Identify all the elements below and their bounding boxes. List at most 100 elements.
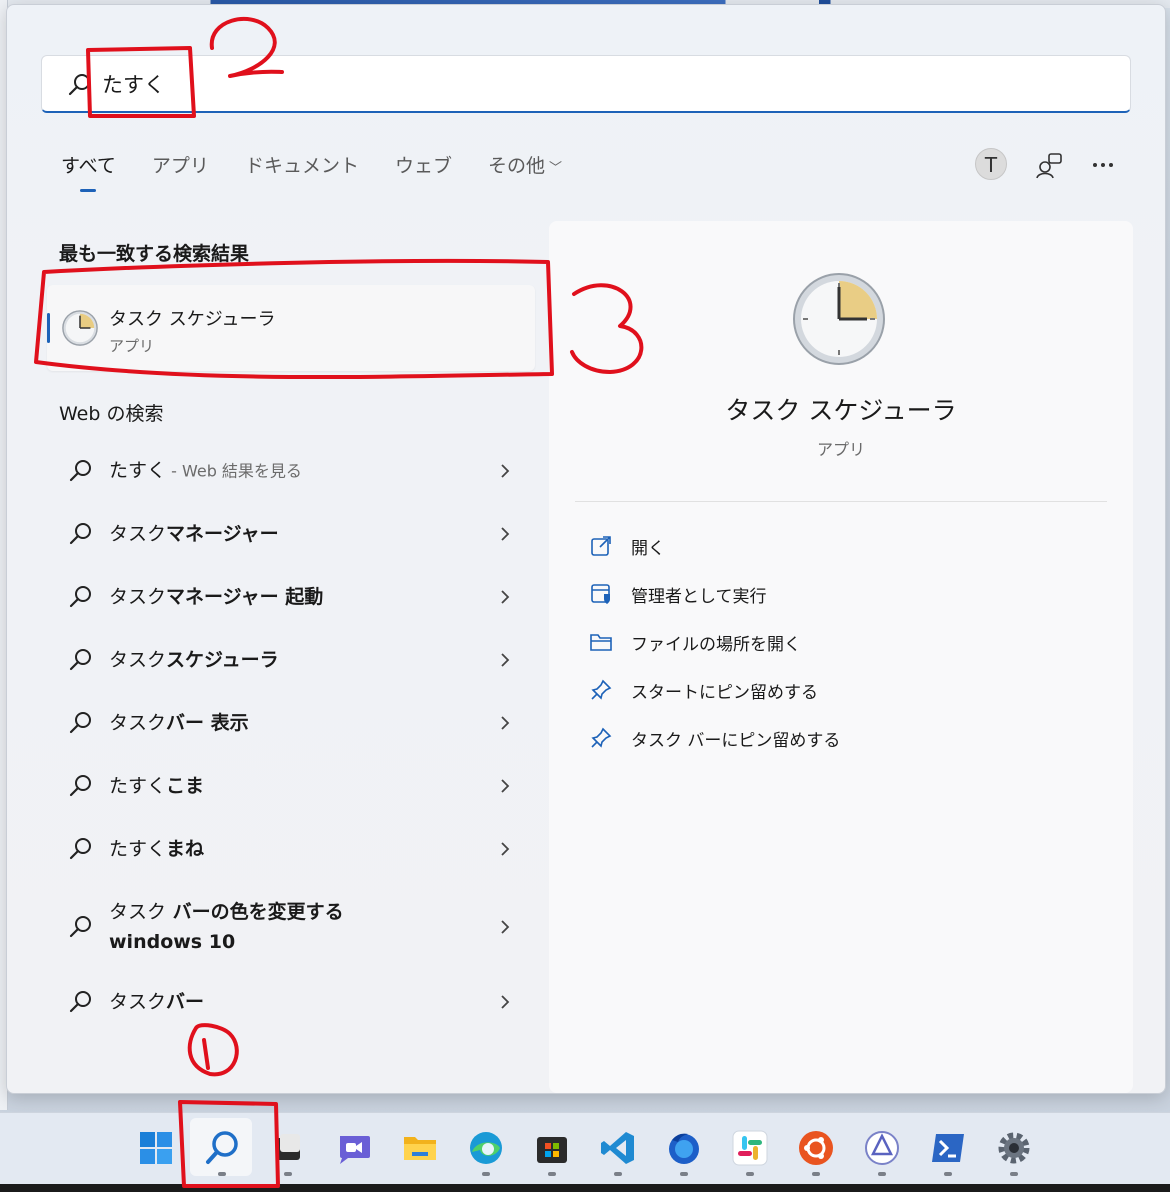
chevron-right-icon xyxy=(501,842,510,856)
web-result-text: タスクバー 表示 xyxy=(109,708,489,738)
filter-tabs: すべて アプリ ドキュメント ウェブ その他 ﹀ xyxy=(61,151,598,192)
chevron-right-icon xyxy=(501,464,510,478)
pin-to-taskbar-action[interactable]: タスク バーにピン留めする xyxy=(589,718,840,758)
web-result-prefix: タスク xyxy=(109,991,167,1013)
web-result-prefix: タスク xyxy=(109,586,167,608)
web-result-row[interactable]: たすくこま xyxy=(59,756,529,816)
settings-gear-icon[interactable] xyxy=(994,1128,1034,1168)
chevron-right-icon xyxy=(501,995,510,1009)
web-result-text: タスクスケジューラ xyxy=(109,645,489,675)
search-icon xyxy=(69,916,91,938)
web-result-text: タスクマネージャー 起動 xyxy=(109,582,489,612)
tab-documents[interactable]: ドキュメント xyxy=(245,151,359,192)
detail-app-name: タスク スケジューラ xyxy=(725,396,957,425)
web-result-row[interactable]: たすくまね xyxy=(59,819,529,879)
taskbar-search-icon[interactable] xyxy=(202,1128,242,1168)
web-result-completion: バー xyxy=(166,991,205,1013)
search-icon xyxy=(69,523,91,545)
search-box[interactable] xyxy=(41,55,1131,113)
vpn-client-icon[interactable] xyxy=(862,1128,902,1168)
web-result-prefix: タスク xyxy=(109,712,167,734)
search-icon xyxy=(69,991,91,1013)
best-match-type: アプリ xyxy=(109,337,155,355)
web-result-suffix: - Web 結果を見る xyxy=(166,461,302,481)
running-indicator xyxy=(284,1172,292,1176)
vscode-icon[interactable] xyxy=(598,1128,638,1168)
powershell-icon[interactable] xyxy=(928,1128,968,1168)
ubuntu-icon[interactable] xyxy=(796,1128,836,1168)
web-result-completion: バー 表示 xyxy=(166,712,249,734)
running-indicator xyxy=(812,1172,820,1176)
tab-web[interactable]: ウェブ xyxy=(395,151,452,192)
open-action[interactable]: 開く xyxy=(589,526,665,566)
slack-icon[interactable] xyxy=(730,1128,770,1168)
chevron-right-icon xyxy=(501,716,510,730)
running-indicator xyxy=(680,1172,688,1176)
divider xyxy=(575,501,1107,502)
detail-pane: タスク スケジューラ アプリ 開く 管理者として実行 ファイルの場所を開く スタ… xyxy=(549,221,1133,1093)
web-result-row[interactable]: タスクマネージャー xyxy=(59,504,529,564)
web-result-row[interactable]: たすく - Web 結果を見る xyxy=(59,441,529,501)
best-match-title: 最も一致する検索結果 xyxy=(59,243,250,265)
web-result-text: タスクマネージャー xyxy=(109,519,489,549)
running-indicator xyxy=(878,1172,886,1176)
microsoft-store-icon[interactable] xyxy=(532,1128,572,1168)
search-icon xyxy=(69,586,91,608)
selection-accent xyxy=(47,313,50,343)
running-indicator xyxy=(614,1172,622,1176)
best-match-name: タスク スケジューラ xyxy=(109,309,276,330)
search-icon xyxy=(68,74,90,96)
web-result-row[interactable]: タスク バーの色を変更する windows 10 xyxy=(59,887,529,967)
search-icon xyxy=(69,460,91,482)
chevron-right-icon xyxy=(501,779,510,793)
web-result-prefix: タスク xyxy=(109,523,167,545)
firefox-developer-icon[interactable] xyxy=(664,1128,704,1168)
windows-start-icon[interactable] xyxy=(136,1128,176,1168)
running-indicator xyxy=(944,1172,952,1176)
tab-apps[interactable]: アプリ xyxy=(152,151,209,192)
web-result-row[interactable]: タスクバー xyxy=(59,972,529,1032)
search-input[interactable] xyxy=(102,68,1082,100)
file-explorer-icon[interactable] xyxy=(400,1128,440,1168)
web-result-row[interactable]: タスクバー 表示 xyxy=(59,693,529,753)
open-file-location-label: ファイルの場所を開く xyxy=(631,634,801,655)
web-result-row[interactable]: タスクスケジューラ xyxy=(59,630,529,690)
web-search-title: Web の検索 xyxy=(59,403,164,425)
web-result-completion: スケジューラ xyxy=(166,649,279,671)
web-result-text: タスクバー xyxy=(109,987,489,1017)
pin-to-start-action[interactable]: スタートにピン留めする xyxy=(589,670,818,710)
web-result-row[interactable]: タスクマネージャー 起動 xyxy=(59,567,529,627)
web-result-prefix: タスク xyxy=(109,901,167,923)
best-match-card[interactable]: タスク スケジューラ アプリ xyxy=(47,285,535,371)
web-result-prefix: たすく xyxy=(109,838,167,860)
chevron-right-icon xyxy=(501,920,510,934)
teams-chat-icon[interactable] xyxy=(334,1128,374,1168)
pin-icon xyxy=(591,679,612,700)
run-as-admin-action[interactable]: 管理者として実行 xyxy=(589,574,767,614)
web-result-completion: こま xyxy=(166,775,205,797)
web-result-text: タスク バーの色を変更する windows 10 xyxy=(109,897,439,957)
detail-app-type: アプリ xyxy=(816,440,865,459)
pin-to-taskbar-label: タスク バーにピン留めする xyxy=(631,730,841,751)
web-result-text: たすくまね xyxy=(109,834,489,864)
people-connect-icon[interactable] xyxy=(1035,151,1063,179)
run-as-admin-label: 管理者として実行 xyxy=(631,586,767,607)
chevron-down-icon: ﹀ xyxy=(548,161,562,176)
pin-to-start-label: スタートにピン留めする xyxy=(631,682,818,703)
user-avatar[interactable]: T xyxy=(975,148,1007,180)
running-indicator xyxy=(218,1172,226,1176)
tab-more[interactable]: その他 ﹀ xyxy=(488,151,562,192)
chevron-right-icon xyxy=(501,590,510,604)
tab-all[interactable]: すべて xyxy=(61,151,116,192)
edge-browser-icon[interactable] xyxy=(466,1128,506,1168)
task-scheduler-icon xyxy=(62,310,98,346)
web-result-completion: まね xyxy=(166,838,205,860)
more-options-icon[interactable] xyxy=(1089,151,1117,179)
task-view-icon[interactable] xyxy=(268,1128,308,1168)
web-result-text: たすくこま xyxy=(109,771,489,801)
pin-icon xyxy=(591,727,612,748)
running-indicator xyxy=(1010,1172,1018,1176)
open-file-location-action[interactable]: ファイルの場所を開く xyxy=(589,622,801,662)
folder-icon xyxy=(590,634,612,651)
web-result-text: たすく - Web 結果を見る xyxy=(109,456,489,487)
